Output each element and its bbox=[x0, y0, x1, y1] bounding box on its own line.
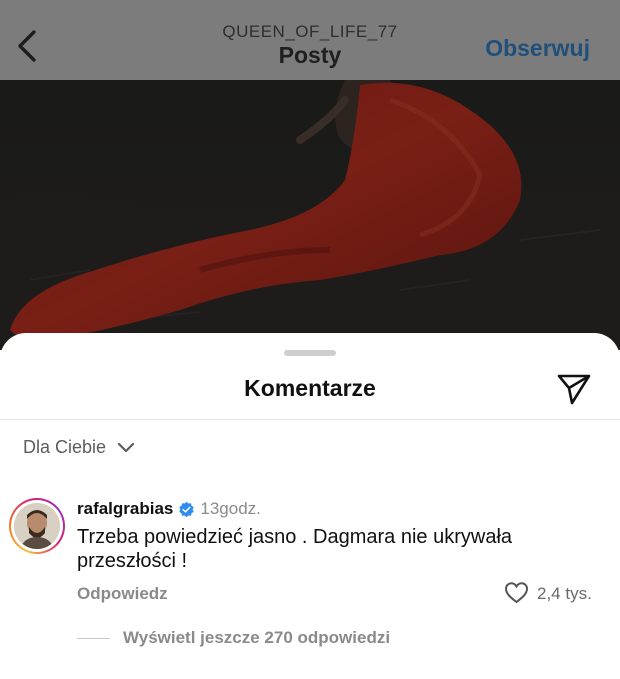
post-header: QUEEN_OF_LIFE_77 Posty Obserwuj bbox=[0, 0, 620, 80]
paper-plane-icon[interactable] bbox=[556, 372, 592, 406]
comments-sheet: Komentarze Dla Ciebie rafalgrabias 13god… bbox=[0, 333, 620, 679]
sheet-grab-handle[interactable] bbox=[284, 350, 336, 356]
post-image[interactable] bbox=[0, 80, 620, 350]
sort-dropdown[interactable]: Dla Ciebie bbox=[23, 437, 136, 458]
avatar-ring-inner bbox=[11, 500, 63, 552]
heart-icon[interactable] bbox=[504, 581, 529, 604]
post-photo bbox=[0, 80, 620, 350]
replies-line bbox=[77, 638, 110, 639]
verified-badge-icon bbox=[179, 501, 195, 517]
comment-author[interactable]: rafalgrabias bbox=[77, 499, 173, 519]
sheet-divider bbox=[0, 419, 620, 420]
reply-button[interactable]: Odpowiedz bbox=[77, 584, 168, 604]
chevron-down-icon bbox=[117, 442, 135, 452]
sort-label: Dla Ciebie bbox=[23, 437, 107, 457]
avatar-photo bbox=[14, 503, 60, 549]
follow-button[interactable]: Obserwuj bbox=[485, 35, 590, 62]
comment-time: 13godz. bbox=[200, 499, 261, 518]
like-count: 2,4 tys. bbox=[537, 584, 592, 603]
comment-header: rafalgrabias 13godz. bbox=[77, 499, 261, 519]
avatar[interactable] bbox=[9, 498, 65, 554]
comments-title: Komentarze bbox=[244, 375, 376, 401]
view-replies-button[interactable]: Wyświetl jeszcze 270 odpowiedzi bbox=[123, 628, 390, 648]
avatar-portrait bbox=[14, 503, 60, 549]
comment-text: Trzeba powiedzieć jasno . Dagmara nie uk… bbox=[77, 526, 513, 572]
